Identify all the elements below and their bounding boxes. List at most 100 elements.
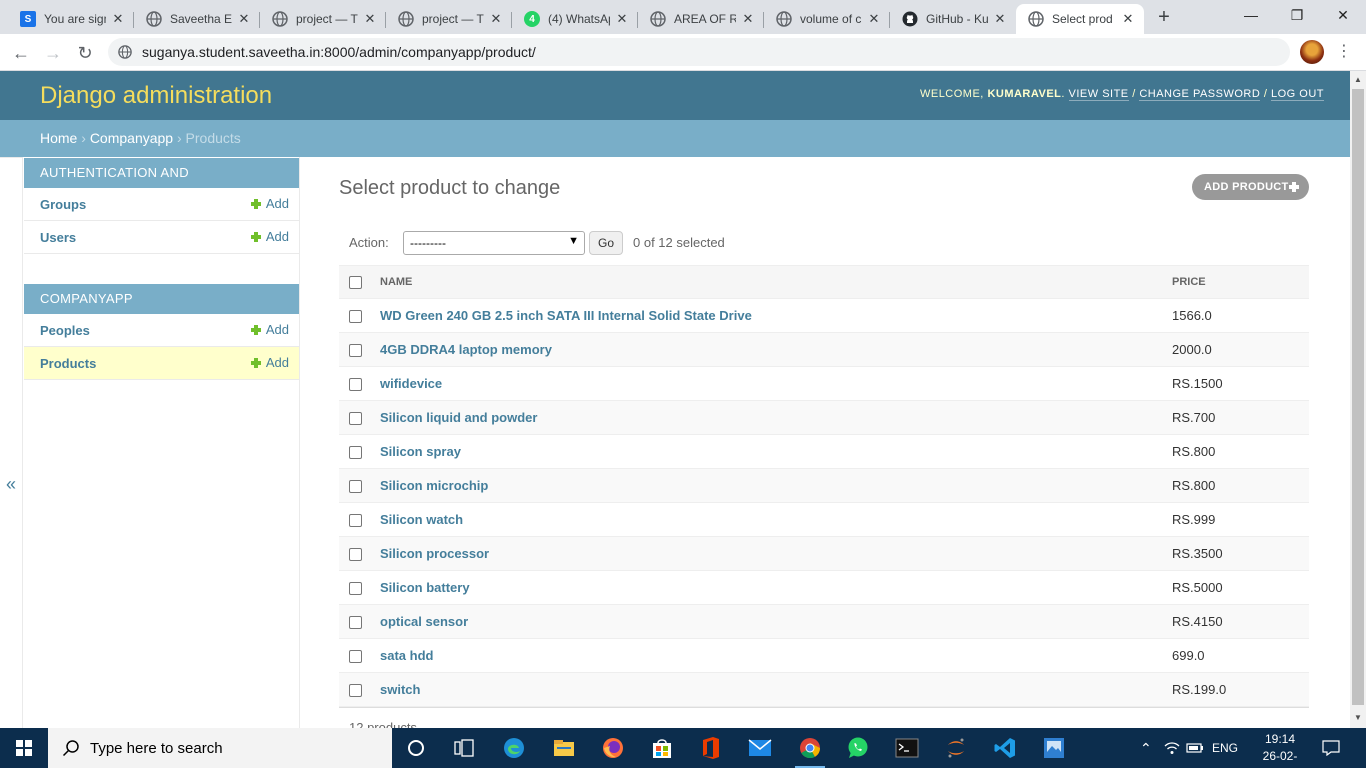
- firefox-icon[interactable]: [598, 734, 628, 762]
- product-name-link[interactable]: wifidevice: [369, 366, 1172, 401]
- product-name-link[interactable]: Silicon liquid and powder: [369, 400, 1172, 435]
- close-icon[interactable]: ✕: [866, 11, 882, 27]
- minimize-icon[interactable]: —: [1228, 0, 1274, 34]
- file-explorer-icon[interactable]: [549, 734, 579, 762]
- product-name-link[interactable]: Silicon processor: [369, 536, 1172, 571]
- address-bar[interactable]: suganya.student.saveetha.in:8000/admin/c…: [108, 38, 1290, 66]
- add-link[interactable]: Add: [250, 229, 289, 244]
- whatsapp-icon[interactable]: [843, 734, 873, 762]
- chevron-up-icon[interactable]: ⌃: [1140, 740, 1152, 757]
- close-icon[interactable]: ✕: [362, 11, 378, 27]
- photos-icon[interactable]: [1039, 734, 1069, 762]
- model-link[interactable]: Products: [40, 356, 96, 371]
- breadcrumb-home[interactable]: Home: [40, 130, 77, 146]
- app-caption[interactable]: AUTHENTICATION AND AUTHORIZATION: [24, 158, 299, 210]
- row-checkbox[interactable]: [349, 412, 362, 426]
- close-icon[interactable]: ✕: [488, 11, 504, 27]
- taskbar-search-input[interactable]: Type here to search: [48, 728, 392, 768]
- product-name-link[interactable]: sata hdd: [369, 638, 1172, 673]
- battery-icon[interactable]: [1186, 728, 1204, 768]
- browser-tab[interactable]: S You are sign ✕: [8, 4, 134, 34]
- task-view-icon[interactable]: [449, 734, 479, 762]
- model-link[interactable]: Users: [40, 230, 76, 245]
- close-icon[interactable]: ✕: [614, 11, 630, 27]
- profile-avatar[interactable]: [1300, 40, 1324, 64]
- browser-tab[interactable]: project — T ✕: [260, 4, 386, 34]
- cortana-icon[interactable]: [401, 734, 431, 762]
- change-password-link[interactable]: CHANGE PASSWORD: [1139, 88, 1261, 101]
- new-tab-button[interactable]: +: [1150, 5, 1178, 31]
- browser-tab[interactable]: GitHub - Ku ✕: [890, 4, 1016, 34]
- terminal-icon[interactable]: [892, 734, 922, 762]
- add-link[interactable]: Add: [250, 196, 289, 211]
- jupyter-icon[interactable]: [941, 734, 971, 762]
- show-hidden-icons[interactable]: ⌃: [1140, 728, 1152, 768]
- browser-tab[interactable]: 4 (4) WhatsAp ✕: [512, 4, 638, 34]
- browser-tab[interactable]: volume of c ✕: [764, 4, 890, 34]
- close-icon[interactable]: ✕: [236, 11, 252, 27]
- close-icon[interactable]: ✕: [1120, 11, 1136, 27]
- product-name-link[interactable]: switch: [369, 672, 1172, 707]
- log-out-link[interactable]: LOG OUT: [1270, 88, 1324, 101]
- clock[interactable]: 19:14 26-02-2021: [1252, 731, 1308, 768]
- column-header-name[interactable]: NAME: [369, 265, 1172, 299]
- app-caption[interactable]: COMPANYAPP: [24, 284, 299, 314]
- page-scrollbar[interactable]: ▲ ▼: [1350, 71, 1366, 728]
- row-checkbox[interactable]: [349, 650, 362, 664]
- scroll-down-icon[interactable]: ▼: [1354, 713, 1362, 722]
- row-checkbox[interactable]: [349, 344, 362, 358]
- product-name-link[interactable]: Silicon battery: [369, 570, 1172, 605]
- notifications-icon[interactable]: [1322, 728, 1340, 768]
- row-checkbox[interactable]: [349, 548, 362, 562]
- row-checkbox[interactable]: [349, 514, 362, 528]
- product-name-link[interactable]: Silicon microchip: [369, 468, 1172, 503]
- browser-tab-active[interactable]: Select prod ✕: [1016, 4, 1144, 34]
- scroll-up-icon[interactable]: ▲: [1354, 75, 1362, 84]
- collapse-icon[interactable]: «: [6, 474, 16, 495]
- row-checkbox[interactable]: [349, 310, 362, 324]
- store-icon[interactable]: [647, 734, 677, 762]
- product-name-link[interactable]: optical sensor: [369, 604, 1172, 639]
- close-icon[interactable]: ✕: [110, 11, 126, 27]
- chrome-icon[interactable]: [795, 734, 825, 768]
- browser-tab[interactable]: Saveetha En ✕: [134, 4, 260, 34]
- browser-tab[interactable]: project — T ✕: [386, 4, 512, 34]
- go-button[interactable]: Go: [589, 231, 623, 255]
- product-name-link[interactable]: Silicon spray: [369, 434, 1172, 469]
- sidebar-toggle[interactable]: «: [0, 157, 23, 728]
- row-checkbox[interactable]: [349, 378, 362, 392]
- edge-icon[interactable]: [499, 734, 529, 762]
- row-checkbox[interactable]: [349, 480, 362, 494]
- row-checkbox[interactable]: [349, 684, 362, 698]
- office-icon[interactable]: [696, 734, 726, 762]
- close-icon[interactable]: ✕: [740, 11, 756, 27]
- close-icon[interactable]: ✕: [992, 11, 1008, 27]
- reload-icon[interactable]: ↻: [72, 40, 98, 66]
- restore-icon[interactable]: ❐: [1274, 0, 1320, 34]
- close-window-icon[interactable]: ✕: [1320, 0, 1366, 34]
- more-menu-icon[interactable]: ⋮: [1336, 41, 1352, 63]
- add-link[interactable]: Add: [250, 355, 289, 370]
- product-name-link[interactable]: Silicon watch: [369, 502, 1172, 537]
- row-checkbox[interactable]: [349, 616, 362, 630]
- mail-icon[interactable]: [745, 734, 775, 762]
- row-checkbox[interactable]: [349, 446, 362, 460]
- model-link[interactable]: Groups: [40, 197, 86, 212]
- row-checkbox[interactable]: [349, 582, 362, 596]
- back-icon[interactable]: ←: [8, 40, 34, 66]
- breadcrumb-app[interactable]: Companyapp: [90, 130, 173, 146]
- add-product-button[interactable]: ADD PRODUCT: [1192, 174, 1309, 200]
- view-site-link[interactable]: VIEW SITE: [1068, 88, 1129, 101]
- wifi-icon[interactable]: [1164, 728, 1180, 768]
- product-name-link[interactable]: 4GB DDRA4 laptop memory: [369, 332, 1172, 367]
- scrollbar-thumb[interactable]: [1352, 89, 1364, 705]
- vscode-icon[interactable]: [990, 734, 1020, 762]
- select-all-checkbox[interactable]: [349, 275, 362, 289]
- model-link[interactable]: Peoples: [40, 323, 90, 338]
- site-name[interactable]: Django administration: [40, 82, 272, 110]
- language-indicator[interactable]: ENG: [1212, 728, 1238, 768]
- add-link[interactable]: Add: [250, 322, 289, 337]
- start-button[interactable]: [0, 728, 48, 768]
- browser-tab[interactable]: AREA OF RE ✕: [638, 4, 764, 34]
- product-name-link[interactable]: WD Green 240 GB 2.5 inch SATA III Intern…: [369, 298, 1172, 333]
